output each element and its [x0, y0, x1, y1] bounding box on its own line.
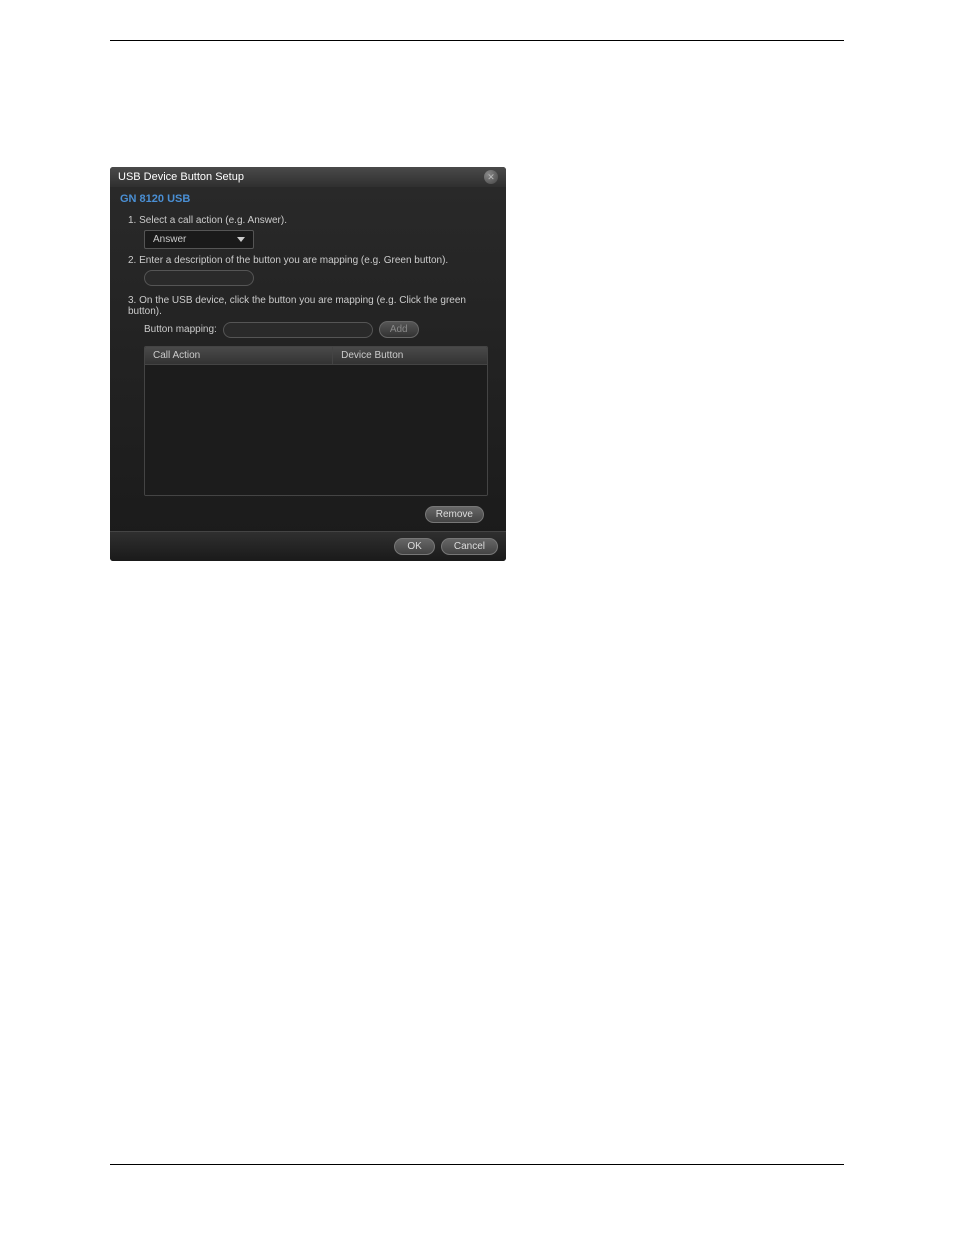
page-rule-top	[110, 40, 844, 41]
cancel-button[interactable]: Cancel	[441, 538, 498, 555]
call-action-dropdown[interactable]: Answer	[144, 230, 254, 249]
button-mapping-row: Button mapping: Add	[144, 321, 488, 338]
step-2-label: 2. Enter a description of the button you…	[128, 255, 448, 266]
add-button[interactable]: Add	[379, 321, 419, 338]
ok-button[interactable]: OK	[394, 538, 434, 555]
table-body[interactable]	[145, 365, 487, 495]
button-description-input[interactable]	[144, 270, 254, 286]
mapping-table: Call Action Device Button	[144, 346, 488, 496]
button-mapping-display	[223, 322, 373, 338]
remove-button[interactable]: Remove	[425, 506, 484, 523]
remove-button-row: Remove	[128, 506, 488, 523]
dialog-title: USB Device Button Setup	[118, 171, 244, 183]
usb-device-button-setup-dialog: USB Device Button Setup ✕ GN 8120 USB 1.…	[110, 167, 506, 561]
dialog-content: 1. Select a call action (e.g. Answer). A…	[110, 215, 506, 531]
dropdown-value: Answer	[153, 234, 186, 245]
table-header-device-button: Device Button	[333, 347, 487, 364]
page-rule-bottom	[110, 1164, 844, 1165]
table-header: Call Action Device Button	[145, 347, 487, 365]
button-mapping-label: Button mapping:	[144, 324, 217, 335]
step-1: 1. Select a call action (e.g. Answer). A…	[128, 215, 488, 249]
close-icon[interactable]: ✕	[484, 170, 498, 184]
chevron-down-icon	[237, 237, 245, 242]
table-header-call-action: Call Action	[145, 347, 333, 364]
step-1-label: 1. Select a call action (e.g. Answer).	[128, 215, 287, 226]
step-2: 2. Enter a description of the button you…	[128, 255, 488, 289]
dialog-titlebar: USB Device Button Setup ✕	[110, 167, 506, 187]
step-3: 3. On the USB device, click the button y…	[128, 295, 488, 523]
step-3-label: 3. On the USB device, click the button y…	[128, 295, 466, 317]
device-name-subtitle: GN 8120 USB	[110, 187, 506, 209]
dialog-bottom-bar: OK Cancel	[110, 531, 506, 561]
